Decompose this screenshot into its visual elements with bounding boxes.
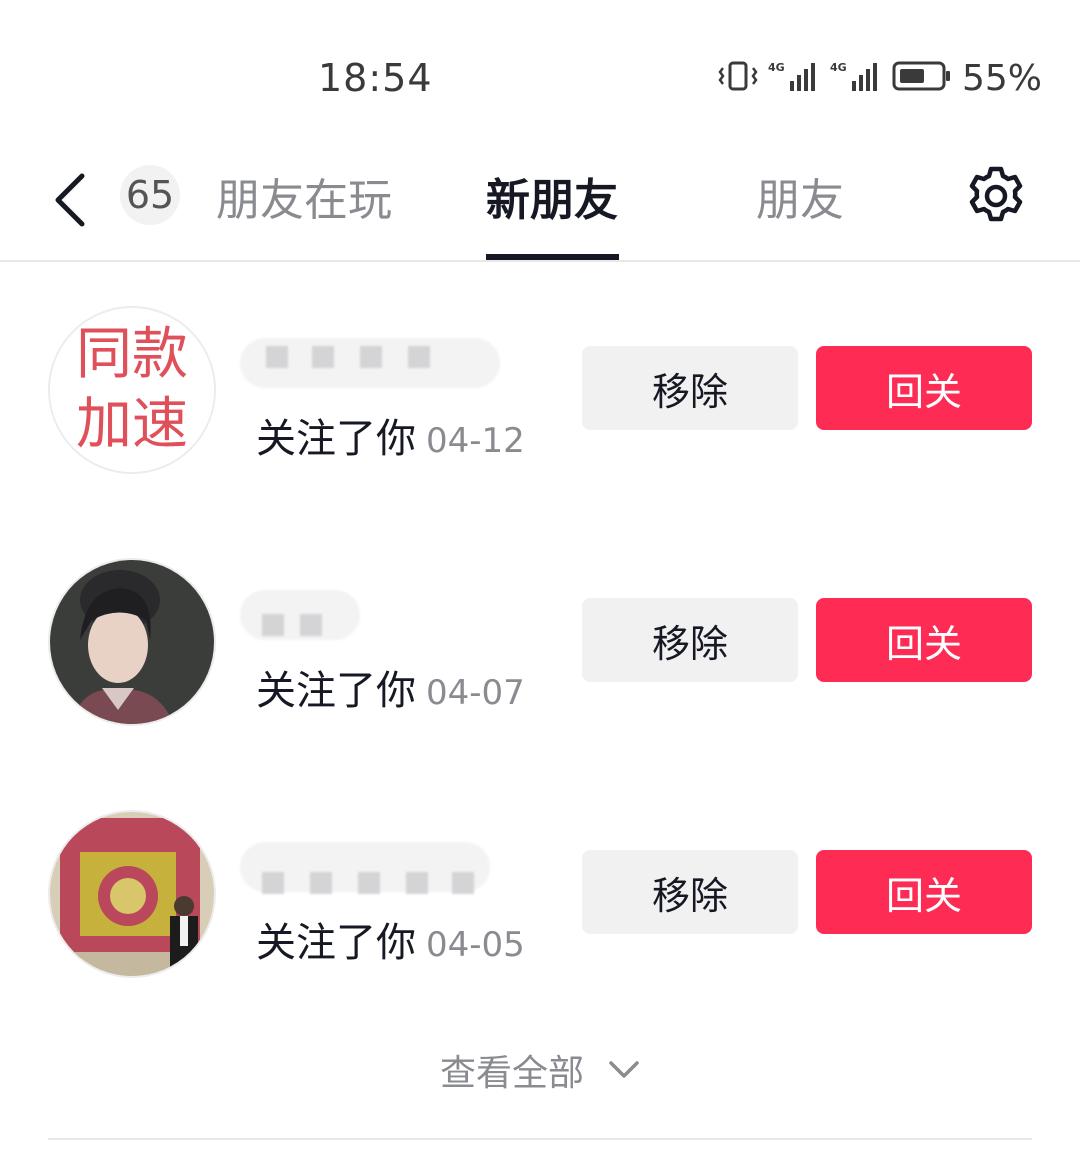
vibrate-icon [718, 60, 758, 96]
status-icons: 4G 4G 55% [718, 57, 1042, 99]
username-redacted [240, 590, 360, 640]
status-time: 18:54 [318, 56, 433, 100]
avatar[interactable]: 同款 加速 [48, 306, 216, 474]
view-all-button[interactable]: 查看全部 [0, 1040, 1080, 1100]
remove-button[interactable]: 移除 [582, 346, 798, 430]
follow-back-button[interactable]: 回关 [816, 850, 1032, 934]
list-item[interactable]: 同款 加速 关注了你 04-12 移除 回关 [0, 306, 1080, 476]
count-badge: 65 [120, 165, 180, 225]
list-item[interactable]: 关注了你 04-07 移除 回关 [0, 558, 1080, 728]
chevron-down-icon [609, 1061, 639, 1078]
follow-status: 关注了你 [256, 416, 416, 462]
username-redacted [240, 338, 500, 388]
tab-friends-playing[interactable]: 朋友在玩 [216, 164, 392, 228]
signal-4g-icon: 4G [830, 59, 882, 97]
follow-status: 关注了你 [256, 920, 416, 966]
follow-back-button[interactable]: 回关 [816, 598, 1032, 682]
chevron-left-icon [55, 173, 85, 227]
avatar[interactable] [48, 558, 216, 726]
signal-4g-icon: 4G [768, 59, 820, 97]
settings-button[interactable] [964, 164, 1028, 228]
follow-back-button[interactable]: 回关 [816, 346, 1032, 430]
follow-status: 关注了你 [256, 668, 416, 714]
battery-icon [892, 60, 952, 96]
svg-text:4G: 4G [768, 61, 785, 74]
follow-date: 04-05 [426, 925, 525, 965]
follow-date: 04-07 [426, 673, 525, 713]
active-tab-indicator [486, 254, 619, 260]
tab-friends[interactable]: 朋友 [756, 164, 844, 228]
list-item[interactable]: 关注了你 04-05 移除 回关 [0, 810, 1080, 980]
status-bar: 18:54 4G 4G 55% [0, 0, 1080, 150]
view-all-label: 查看全部 [439, 1053, 584, 1094]
avatar[interactable] [48, 810, 216, 978]
svg-text:4G: 4G [830, 61, 847, 74]
top-nav: 65 朋友在玩 新朋友 朋友 [0, 150, 1080, 262]
avatar-text: 加速 [76, 392, 188, 457]
follow-date: 04-12 [426, 421, 525, 461]
tab-new-friends[interactable]: 新朋友 [486, 164, 618, 228]
remove-button[interactable]: 移除 [582, 850, 798, 934]
back-button[interactable] [40, 160, 100, 240]
remove-button[interactable]: 移除 [582, 598, 798, 682]
gear-icon [969, 166, 1023, 222]
username-redacted [240, 842, 490, 894]
avatar-text: 同款 [76, 322, 188, 387]
divider [48, 1138, 1032, 1140]
battery-percent: 55% [961, 57, 1042, 99]
